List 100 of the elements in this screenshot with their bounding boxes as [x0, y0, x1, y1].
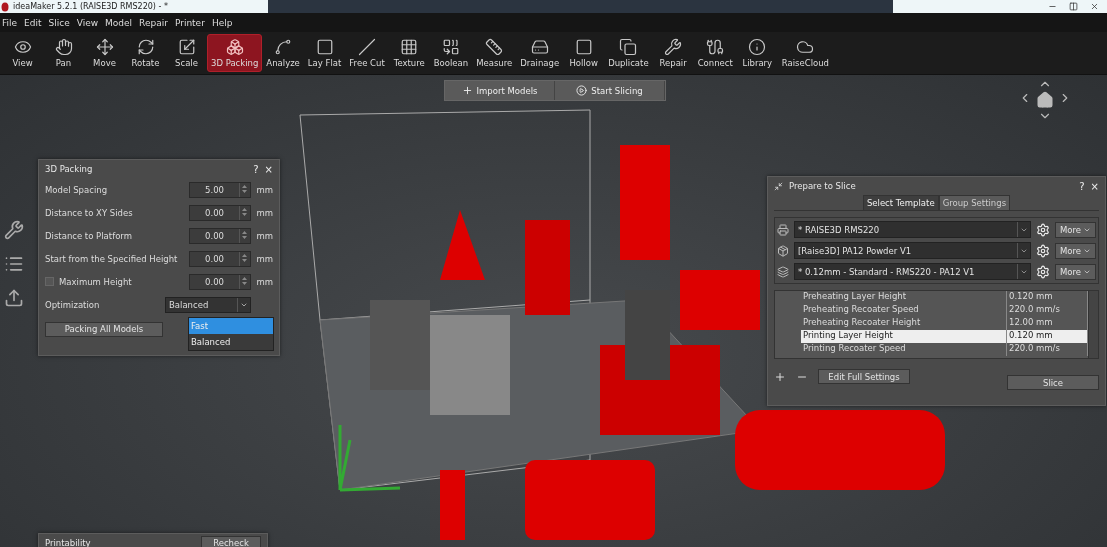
toolbar-button[interactable]: Lay Flat [303, 34, 346, 72]
field-label: Distance to Platform [45, 230, 133, 241]
settings-icon[interactable] [1035, 243, 1050, 258]
more-button[interactable]: More [1054, 221, 1096, 238]
toolbar-button[interactable]: Repair [652, 34, 694, 72]
toolbar-button[interactable]: RaiseCloud [777, 34, 833, 72]
tab[interactable]: Select Template [862, 195, 939, 210]
close-button[interactable]: × [1090, 180, 1099, 192]
info-icon [748, 38, 767, 56]
toolbar-button[interactable]: Boolean [429, 34, 473, 72]
upload-icon[interactable] [4, 288, 24, 308]
unit-label: mm [255, 253, 273, 264]
tray-icon [530, 38, 549, 56]
material-icon [777, 244, 789, 257]
toolbar-button[interactable]: Free Cut [345, 34, 389, 72]
viewport-action-button[interactable]: Start Slicing [555, 81, 665, 100]
number-field[interactable]: 5.00 [189, 181, 251, 198]
toolbar-button[interactable]: Pan [43, 34, 84, 72]
toolbar-button[interactable]: Duplicate [604, 34, 653, 72]
plus-icon[interactable] [774, 370, 786, 383]
toolbar-button[interactable]: Connect [693, 34, 737, 72]
hand-icon [54, 38, 73, 56]
copy-icon [619, 38, 638, 56]
more-button[interactable]: More [1054, 242, 1096, 259]
cable-icon [706, 38, 725, 56]
toolbar-button[interactable]: Move [84, 34, 125, 72]
slice-button[interactable]: Slice [1007, 375, 1099, 390]
number-field[interactable]: 0.00 [189, 273, 251, 290]
field-label: Distance to XY Sides [45, 207, 134, 218]
menu-item[interactable]: Slice [48, 17, 70, 28]
toolbar-button[interactable]: Library [736, 34, 778, 72]
unit-label: mm [255, 276, 273, 287]
printer-icon [777, 223, 789, 236]
panel-title: Prepare to Slice [789, 181, 856, 191]
edit-settings-button[interactable]: Edit Full Settings [818, 369, 910, 384]
menu-item[interactable]: Edit [24, 17, 42, 28]
cubes-icon [225, 38, 244, 56]
toolbar-button[interactable]: Scale [166, 34, 207, 72]
restore-icon[interactable] [1069, 2, 1078, 11]
dropdown-option[interactable]: Balanced [189, 334, 273, 350]
number-field[interactable]: 0.00 [189, 250, 251, 267]
wrench-icon[interactable] [4, 220, 24, 240]
setting-name: Printing Layer Height [801, 330, 1007, 343]
toolbar-button[interactable]: Texture [388, 34, 430, 72]
scrollbar[interactable] [1088, 291, 1098, 358]
toolbar-button[interactable]: 3D Packing [207, 34, 263, 72]
help-button[interactable]: ? [253, 163, 259, 175]
close-button[interactable]: × [264, 163, 273, 175]
recheck-button[interactable]: Recheck [201, 535, 261, 547]
square-icon [574, 38, 593, 56]
more-button[interactable]: More [1054, 263, 1096, 280]
spin-arrows-icon[interactable] [240, 228, 249, 241]
layers-icon [777, 265, 789, 278]
spin-arrows-icon[interactable] [240, 182, 249, 195]
curve-icon [274, 38, 293, 56]
dropdown[interactable]: Balanced [165, 296, 251, 313]
menu-item[interactable]: View [76, 17, 99, 28]
toolbar-button[interactable]: Drainage [516, 34, 564, 72]
field-label: Model Spacing [45, 184, 109, 195]
toolbar-button[interactable]: Rotate [125, 34, 166, 72]
number-field[interactable]: 0.00 [189, 227, 251, 244]
slash-icon [358, 38, 377, 56]
toolbar-button[interactable]: View [2, 34, 43, 72]
viewport-action-button[interactable]: Import Models [445, 81, 555, 100]
toolbar-button[interactable]: Analyze [262, 34, 304, 72]
settings-row[interactable]: Printing Layer Height 0.120 mm [801, 330, 1088, 343]
spin-arrows-icon[interactable] [240, 251, 249, 264]
rotate-icon [136, 38, 155, 56]
checker-icon [400, 38, 419, 56]
menu-item[interactable]: Repair [139, 17, 168, 28]
menu-item[interactable]: Model [105, 17, 133, 28]
unit-label: mm [255, 207, 273, 218]
menu-item[interactable]: File [2, 17, 18, 28]
number-field[interactable]: 0.00 [189, 204, 251, 221]
settings-icon[interactable] [1035, 264, 1050, 279]
settings-icon[interactable] [1035, 222, 1050, 237]
collapse-icon[interactable] [774, 181, 783, 191]
preset-dropdown[interactable]: * 0.12mm - Standard - RMS220 - PA12 V1 [794, 263, 1031, 280]
preset-dropdown[interactable]: * RAISE3D RMS220 [794, 221, 1031, 238]
toolbar-button[interactable]: Hollow [563, 34, 605, 72]
setting-name: Preheating Recoater Speed [801, 304, 1007, 317]
setting-name: Printing Recoater Speed [801, 343, 1007, 356]
toolbar-button[interactable]: Measure [472, 34, 517, 72]
play-icon [576, 85, 588, 96]
close-icon[interactable] [1090, 2, 1099, 11]
tab[interactable]: Group Settings [938, 195, 1011, 210]
spin-arrows-icon[interactable] [240, 205, 249, 218]
menu-item[interactable]: Help [211, 17, 233, 28]
list-icon[interactable] [4, 254, 24, 274]
home-icon[interactable] [1036, 91, 1054, 109]
spin-arrows-icon[interactable] [240, 274, 249, 287]
help-button[interactable]: ? [1079, 180, 1085, 192]
checkbox[interactable] [45, 277, 54, 286]
menu-item[interactable]: Printer [174, 17, 205, 28]
shapes-icon [441, 38, 460, 56]
scale-icon [177, 38, 196, 56]
field-label: Start from the Specified Height [45, 253, 179, 264]
packing-button[interactable]: Packing All Models [45, 321, 163, 337]
axis-gizmo-drawing [338, 423, 402, 492]
preset-dropdown[interactable]: [Raise3D] PA12 Powder V1 [794, 242, 1031, 259]
